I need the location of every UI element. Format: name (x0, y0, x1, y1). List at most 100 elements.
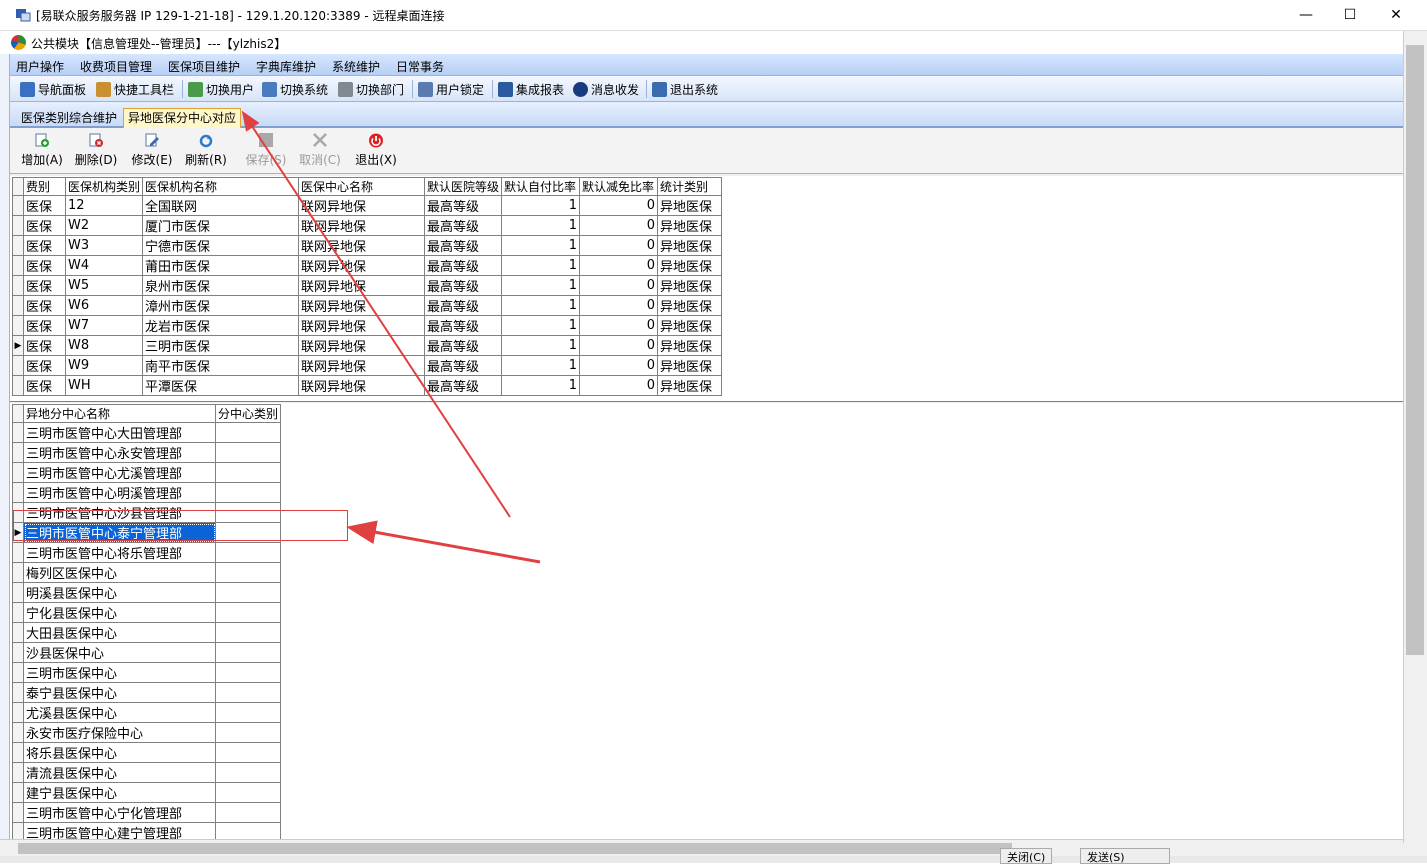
table-cell[interactable]: 0 (579, 275, 659, 296)
table-cell[interactable]: 异地医保 (657, 235, 723, 256)
row-indicator[interactable] (12, 482, 24, 503)
table-row[interactable]: 明溪县医保中心 (12, 582, 282, 603)
close-window-button[interactable]: ✕ (1373, 0, 1419, 31)
toolbar-switch-system[interactable]: 切换系统 (262, 80, 328, 98)
table-cell[interactable]: 12 (64, 195, 144, 216)
table-cell[interactable]: 厦门市医保 (142, 215, 300, 236)
table-cell[interactable]: 联网异地保 (298, 355, 426, 376)
table-cell[interactable]: 医保 (23, 235, 66, 256)
row-indicator[interactable] (12, 355, 24, 376)
table-cell[interactable]: 全国联网 (142, 195, 300, 216)
table-cell[interactable]: 南平市医保 (142, 355, 300, 376)
toolbar-switch-user[interactable]: 切换用户 (188, 80, 254, 98)
table-cell[interactable]: 最高等级 (424, 195, 503, 216)
menu-daily-affairs[interactable]: 日常事务 (396, 58, 444, 75)
table-cell[interactable]: 医保 (23, 295, 66, 316)
column-header[interactable]: 分中心类别 (214, 404, 282, 423)
table-cell[interactable]: 最高等级 (424, 335, 503, 356)
table-cell[interactable]: 异地医保 (657, 255, 723, 276)
edit-button[interactable]: 修改(E) (128, 131, 176, 171)
row-indicator[interactable] (12, 295, 24, 316)
horizontal-scrollbar[interactable] (0, 839, 1403, 856)
column-header[interactable]: 医保中心名称 (298, 177, 426, 196)
table-cell[interactable]: 三明市医保中心 (23, 662, 216, 683)
table-cell[interactable]: 最高等级 (424, 235, 503, 256)
table-cell[interactable]: 三明市医管中心宁化管理部 (23, 802, 216, 823)
table-row[interactable]: 沙县医保中心 (12, 642, 282, 663)
table-row[interactable]: 建宁县医保中心 (12, 782, 282, 803)
table-cell[interactable]: 联网异地保 (298, 335, 426, 356)
row-indicator[interactable] (12, 742, 24, 763)
column-header[interactable]: 统计类别 (657, 177, 723, 196)
row-indicator[interactable] (12, 195, 24, 216)
toolbar-user-lock[interactable]: 用户锁定 (418, 80, 484, 98)
minimize-button[interactable]: — (1283, 0, 1329, 31)
left-dock-strip[interactable] (0, 54, 10, 843)
table-row[interactable]: 泰宁县医保中心 (12, 682, 282, 703)
table-cell[interactable] (214, 722, 282, 743)
table-row[interactable]: ▶ 医保 W8 三明市医保 联网异地保 最高等级 1 0 异地医保 (12, 335, 723, 356)
table-cell[interactable]: 清流县医保中心 (23, 762, 216, 783)
row-indicator[interactable] (12, 782, 24, 803)
table-row[interactable]: 将乐县医保中心 (12, 742, 282, 763)
send-button[interactable]: 发送(S) (1080, 848, 1170, 864)
table-cell[interactable]: 三明市医管中心大田管理部 (23, 422, 216, 443)
table-row[interactable]: 三明市医管中心尤溪管理部 (12, 462, 282, 483)
table-cell[interactable] (214, 742, 282, 763)
table-cell[interactable]: 将乐县医保中心 (23, 742, 216, 763)
table-cell[interactable]: 1 (501, 255, 581, 276)
exit-button[interactable]: 退出(X) (352, 131, 400, 171)
table-cell[interactable]: 联网异地保 (298, 295, 426, 316)
table-cell[interactable]: 0 (579, 295, 659, 316)
vertical-scroll-thumb[interactable] (1406, 45, 1424, 655)
table-cell[interactable] (214, 662, 282, 683)
row-indicator[interactable] (12, 542, 24, 563)
table-cell[interactable]: 异地医保 (657, 215, 723, 236)
toolbar-messages[interactable]: 消息收发 (573, 80, 639, 98)
row-indicator[interactable] (12, 642, 24, 663)
table-cell[interactable]: 尤溪县医保中心 (23, 702, 216, 723)
table-cell[interactable]: 三明市医管中心将乐管理部 (23, 542, 216, 563)
row-indicator[interactable] (12, 235, 24, 256)
table-cell[interactable]: W4 (64, 255, 144, 276)
table-cell[interactable]: 1 (501, 335, 581, 356)
table-cell[interactable] (214, 702, 282, 723)
row-indicator[interactable] (12, 682, 24, 703)
table-cell[interactable] (214, 462, 282, 483)
table-cell[interactable]: 0 (579, 375, 659, 396)
row-indicator[interactable] (12, 722, 24, 743)
table-cell[interactable]: 泰宁县医保中心 (23, 682, 216, 703)
column-header[interactable]: 异地分中心名称 (23, 404, 216, 423)
column-header[interactable]: 医保机构类别 (64, 177, 144, 196)
row-indicator[interactable] (12, 315, 24, 336)
save-button[interactable]: 保存(S) (242, 131, 290, 171)
vertical-scrollbar[interactable] (1403, 31, 1427, 843)
row-indicator[interactable] (12, 602, 24, 623)
table-cell[interactable]: 联网异地保 (298, 215, 426, 236)
table-cell[interactable]: W6 (64, 295, 144, 316)
table-cell[interactable] (214, 422, 282, 443)
table-cell[interactable]: 医保 (23, 215, 66, 236)
table-cell[interactable]: 医保 (23, 315, 66, 336)
table-cell[interactable]: 0 (579, 315, 659, 336)
refresh-button[interactable]: 刷新(R) (182, 131, 230, 171)
table-cell[interactable]: 三明市医保 (142, 335, 300, 356)
table-cell[interactable] (214, 782, 282, 803)
row-indicator[interactable] (12, 662, 24, 683)
table-cell[interactable]: 1 (501, 215, 581, 236)
menu-system-maintenance[interactable]: 系统维护 (332, 58, 380, 75)
table-row[interactable]: 医保 12 全国联网 联网异地保 最高等级 1 0 异地医保 (12, 195, 723, 216)
table-cell[interactable]: 最高等级 (424, 355, 503, 376)
table-cell[interactable]: 龙岩市医保 (142, 315, 300, 336)
table-cell[interactable]: 医保 (23, 375, 66, 396)
table-cell[interactable]: 梅列区医保中心 (23, 562, 216, 583)
table-cell[interactable] (214, 582, 282, 603)
column-header[interactable]: 默认减免比率 (579, 177, 659, 196)
toolbar-quick-tools[interactable]: 快捷工具栏 (96, 80, 174, 98)
table-cell[interactable]: 0 (579, 195, 659, 216)
table-cell[interactable]: 联网异地保 (298, 255, 426, 276)
table-cell[interactable]: 医保 (23, 275, 66, 296)
tab-insurance-category[interactable]: 医保类别综合维护 (16, 108, 122, 128)
table-cell[interactable]: WH (64, 375, 144, 396)
table-cell[interactable]: 0 (579, 235, 659, 256)
